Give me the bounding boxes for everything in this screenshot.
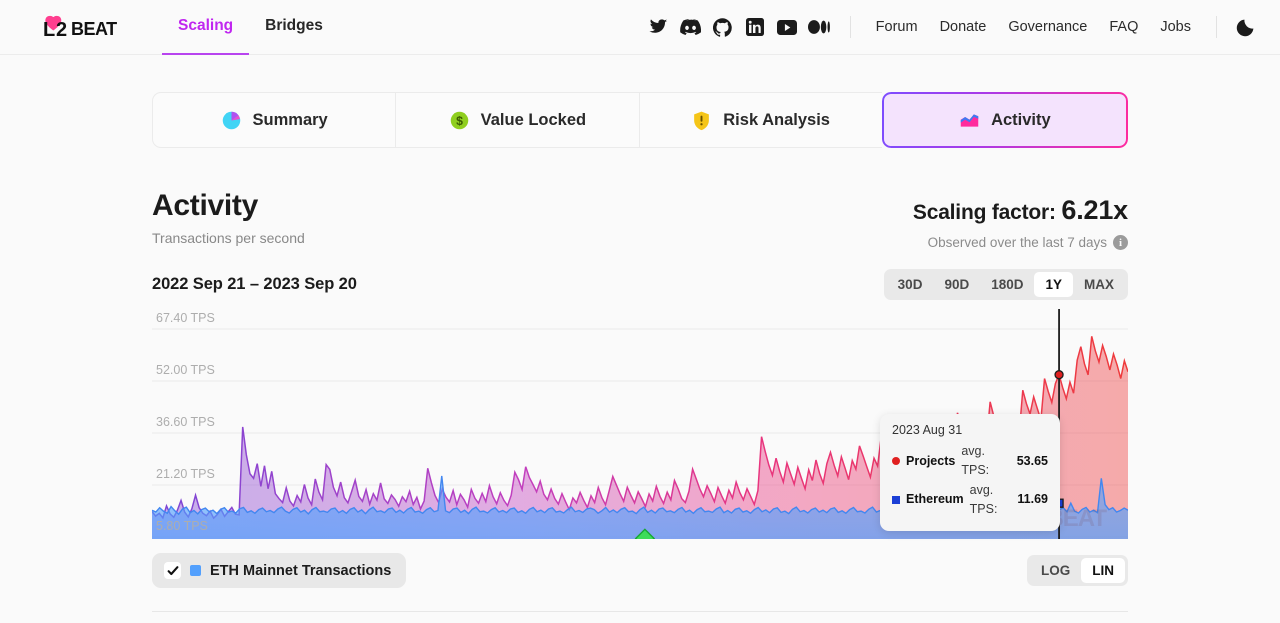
- scale-toggle: LOG LIN: [1027, 555, 1128, 586]
- nav-item-bridges[interactable]: Bridges: [249, 0, 339, 55]
- scaling-factor-value: 6.21x: [1061, 195, 1128, 225]
- scaling-factor-note-row: Observed over the last 7 days i: [913, 235, 1128, 250]
- tooltip-row-ethereum: Ethereum avg. TPS: 11.69: [892, 481, 1048, 520]
- legend-label: ETH Mainnet Transactions: [210, 563, 391, 579]
- legend-row: ETH Mainnet Transactions LOG LIN: [152, 553, 1128, 588]
- tooltip-date: 2023 Aug 31: [892, 423, 1048, 437]
- header-divider-2: [1216, 16, 1217, 38]
- site-header: L 2 BEAT Scaling Bridges: [0, 0, 1280, 55]
- tab-summary[interactable]: Summary: [152, 92, 395, 148]
- moon-icon[interactable]: [1231, 17, 1256, 38]
- scaling-factor-block: Scaling factor: 6.21x Observed over the …: [913, 190, 1128, 250]
- section-divider: [152, 611, 1128, 612]
- page-title: Activity: [152, 190, 305, 222]
- header-divider: [850, 16, 851, 38]
- nav-link-forum[interactable]: Forum: [865, 19, 929, 35]
- nav-item-scaling[interactable]: Scaling: [162, 0, 249, 55]
- secondary-nav: Forum Donate Governance FAQ Jobs: [865, 19, 1202, 35]
- dollar-circle-icon: $: [449, 110, 470, 131]
- nav-link-faq[interactable]: FAQ: [1098, 19, 1149, 35]
- youtube-icon[interactable]: [776, 16, 798, 38]
- page-subtitle: Transactions per second: [152, 230, 305, 246]
- legend-checkbox[interactable]: [164, 562, 181, 579]
- range-row: 2022 Sep 21 – 2023 Sep 20 30D 90D 180D 1…: [152, 269, 1128, 300]
- activity-header: Activity Transactions per second Scaling…: [152, 190, 1128, 250]
- tooltip-ethereum-value: 11.69: [1017, 490, 1048, 509]
- tooltip-projects-name: Projects: [906, 452, 955, 471]
- pie-chart-icon: [221, 110, 242, 131]
- tooltip-projects-value: 53.65: [1017, 452, 1048, 471]
- scale-lin[interactable]: LIN: [1081, 558, 1125, 583]
- tab-value-locked-label: Value Locked: [481, 111, 586, 130]
- range-selector: 30D 90D 180D 1Y MAX: [884, 269, 1128, 300]
- scaling-factor-label: Scaling factor:: [913, 201, 1056, 224]
- range-1y[interactable]: 1Y: [1034, 272, 1073, 297]
- activity-chart[interactable]: 67.40 TPS 52.00 TPS 36.60 TPS 21.20 TPS …: [152, 309, 1128, 539]
- chart-tooltip: 2023 Aug 31 Projects avg. TPS: 53.65 Eth…: [880, 414, 1060, 531]
- check-icon: [167, 565, 179, 577]
- range-90d[interactable]: 90D: [933, 272, 980, 297]
- chart-date-range: 2022 Sep 21 – 2023 Sep 20: [152, 275, 357, 294]
- nav-link-governance[interactable]: Governance: [997, 19, 1098, 35]
- projects-marker-icon: [892, 457, 900, 465]
- svg-text:BEAT: BEAT: [71, 19, 117, 39]
- scaling-factor-line: Scaling factor: 6.21x: [913, 195, 1128, 226]
- svg-text:2: 2: [56, 19, 67, 40]
- svg-text:L: L: [43, 19, 55, 40]
- tooltip-row-projects: Projects avg. TPS: 53.65: [892, 442, 1048, 481]
- tab-summary-label: Summary: [253, 111, 328, 130]
- scaling-factor-note: Observed over the last 7 days: [928, 235, 1107, 250]
- tab-activity[interactable]: Activity: [882, 92, 1128, 148]
- range-max[interactable]: MAX: [1073, 272, 1125, 297]
- header-right: Forum Donate Governance FAQ Jobs: [648, 16, 1256, 38]
- github-icon[interactable]: [712, 16, 734, 38]
- logo-l2beat[interactable]: L 2 BEAT: [40, 14, 120, 40]
- legend-eth-mainnet[interactable]: ETH Mainnet Transactions: [152, 553, 406, 588]
- ethereum-marker-icon: [892, 496, 900, 504]
- tab-risk-analysis[interactable]: Risk Analysis: [639, 92, 882, 148]
- logo-icon: L 2 BEAT: [40, 14, 120, 40]
- twitter-icon[interactable]: [648, 16, 670, 38]
- title-block: Activity Transactions per second: [152, 190, 305, 246]
- nav-link-donate[interactable]: Donate: [929, 19, 998, 35]
- legend-swatch: [190, 565, 201, 576]
- tooltip-projects-mid: avg. TPS:: [961, 442, 1010, 481]
- tooltip-ethereum-mid: avg. TPS:: [970, 481, 1012, 520]
- page-body: Summary $ Value Locked Risk Analysis Act…: [0, 92, 1280, 612]
- range-180d[interactable]: 180D: [980, 272, 1034, 297]
- section-tabs: Summary $ Value Locked Risk Analysis Act…: [152, 92, 1128, 148]
- main-nav: Scaling Bridges: [162, 0, 339, 55]
- range-30d[interactable]: 30D: [887, 272, 934, 297]
- shield-warning-icon: [691, 110, 712, 131]
- medium-icon[interactable]: [808, 16, 830, 38]
- social-links: [648, 16, 836, 38]
- activity-chart-icon: [959, 110, 980, 131]
- scale-log[interactable]: LOG: [1030, 558, 1081, 583]
- svg-text:$: $: [456, 114, 463, 128]
- linkedin-icon[interactable]: [744, 16, 766, 38]
- nav-link-jobs[interactable]: Jobs: [1149, 19, 1202, 35]
- tab-risk-analysis-label: Risk Analysis: [723, 111, 830, 130]
- discord-icon[interactable]: [680, 16, 702, 38]
- tab-activity-label: Activity: [991, 111, 1051, 130]
- tab-value-locked[interactable]: $ Value Locked: [395, 92, 638, 148]
- tooltip-ethereum-name: Ethereum: [906, 490, 964, 509]
- info-icon[interactable]: i: [1113, 235, 1128, 250]
